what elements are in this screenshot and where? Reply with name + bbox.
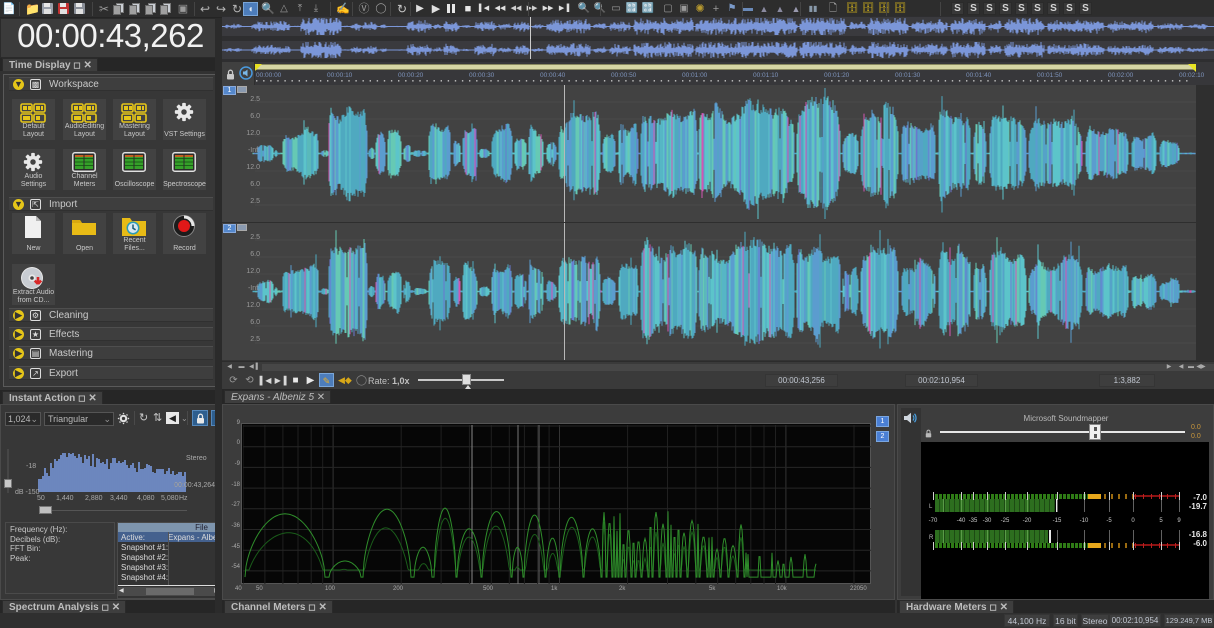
svg-text:L: L xyxy=(929,504,933,510)
svg-text:-16.8: -16.8 xyxy=(1189,530,1208,539)
svg-text:5: 5 xyxy=(1159,518,1163,524)
svg-text:-70: -70 xyxy=(929,518,938,524)
svg-text:-35: -35 xyxy=(969,518,978,524)
svg-text:-5: -5 xyxy=(1106,518,1112,524)
svg-text:R: R xyxy=(929,535,934,541)
svg-text:-7.0: -7.0 xyxy=(1193,493,1207,502)
svg-text:0: 0 xyxy=(1131,518,1135,524)
svg-text:-10: -10 xyxy=(1080,518,1089,524)
svg-text:-6.0: -6.0 xyxy=(1193,539,1207,548)
svg-text:-20: -20 xyxy=(1023,518,1032,524)
svg-text:-25: -25 xyxy=(1001,518,1010,524)
svg-text:-40: -40 xyxy=(957,518,966,524)
svg-text:-19.7: -19.7 xyxy=(1189,502,1208,511)
svg-text:-15: -15 xyxy=(1053,518,1062,524)
svg-text:9: 9 xyxy=(1177,518,1181,524)
svg-text:-30: -30 xyxy=(983,518,992,524)
